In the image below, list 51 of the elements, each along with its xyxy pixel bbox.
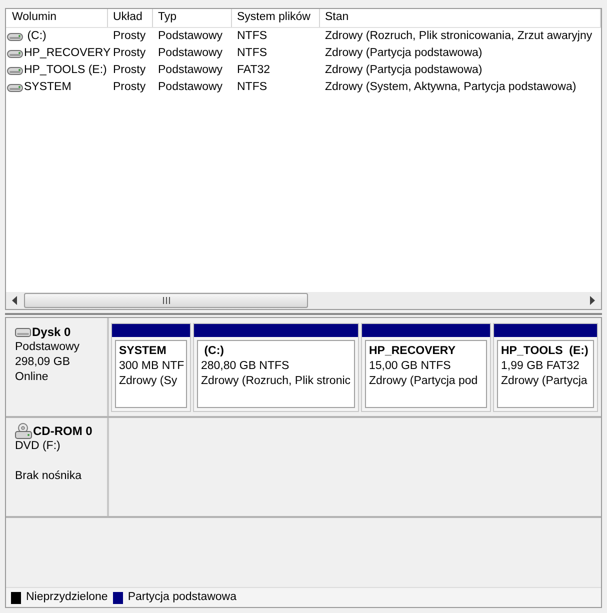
scrollbar-thumb[interactable] <box>24 293 308 308</box>
volume-name: SYSTEM <box>24 80 72 95</box>
volume-name: (C:) <box>26 28 46 44</box>
partition-status: Zdrowy (Partycja pod <box>369 374 478 389</box>
partition-name: HP_RECOVERY <box>369 344 456 359</box>
type-text: Podstawowy <box>158 46 223 59</box>
status-text: Zdrowy (Partycja podstawowa) <box>325 46 482 59</box>
horizontal-scrollbar[interactable] <box>6 292 601 309</box>
disk-capacity: 298,09 GB <box>15 355 70 370</box>
scroll-right-icon[interactable] <box>590 296 595 305</box>
type-text: Podstawowy <box>158 30 223 42</box>
disk-type: Podstawowy <box>15 340 80 355</box>
partition-block[interactable]: HP_TOOLS (E:) 1,99 GB FAT32 Zdrowy (Partycja <box>493 323 598 412</box>
partition-size: 15,00 GB NTFS <box>369 359 451 374</box>
cd-drive-icon <box>15 423 32 439</box>
status-text: Zdrowy (Rozruch, Plik stronicowania, Zrzut awaryjny <box>325 30 592 42</box>
drive-letter: DVD (F:) <box>15 439 60 454</box>
volume-name: HP_RECOVERY <box>24 46 111 61</box>
partition-size: 1,99 GB FAT32 <box>501 359 580 374</box>
file-system-text: NTFS <box>237 80 268 93</box>
scroll-left-icon[interactable] <box>12 296 17 305</box>
partition-status: Zdrowy (Partycja <box>501 374 588 389</box>
disk-name: Dysk 0 <box>32 325 71 340</box>
legend-label: Nieprzydzielone <box>26 590 108 605</box>
partition-name: SYSTEM <box>119 344 166 359</box>
status-text: Zdrowy (Partycja podstawowa) <box>325 64 482 76</box>
volume-name: HP_TOOLS (E:) <box>24 62 107 78</box>
partition-status: Zdrowy (Sy <box>119 374 178 389</box>
partition-name: (C:) <box>203 344 224 359</box>
file-system-text: NTFS <box>237 46 268 59</box>
partition-size: 300 MB NTF <box>119 359 184 374</box>
partition-name: HP_TOOLS (E:) <box>501 344 588 359</box>
layout-text: Prosty <box>113 80 146 93</box>
partition-block[interactable]: SYSTEM 300 MB NTF Zdrowy (Sy <box>111 323 191 412</box>
partition-block[interactable]: (C:) 280,80 GB NTFS Zdrowy (Rozruch, Plik stronic <box>193 323 359 412</box>
file-system-text: NTFS <box>237 30 268 42</box>
disk-status: Online <box>15 370 48 385</box>
media-status: Brak nośnika <box>15 469 82 484</box>
type-text: Podstawowy <box>158 64 223 76</box>
status-text: Zdrowy (System, Aktywna, Partycja podstawowa) <box>325 80 576 93</box>
type-text: Podstawowy <box>158 80 223 93</box>
layout-text: Prosty <box>113 30 146 42</box>
layout-text: Prosty <box>113 46 146 59</box>
legend-label: Partycja podstawowa <box>128 590 236 605</box>
grip-icon <box>162 297 170 304</box>
disk-name: CD-ROM 0 <box>33 424 92 439</box>
partition-block[interactable]: HP_RECOVERY 15,00 GB NTFS Zdrowy (Partycja pod <box>361 323 491 412</box>
file-system-text: FAT32 <box>237 64 270 76</box>
partition-status: Zdrowy (Rozruch, Plik stronic <box>201 374 351 389</box>
layout-text: Prosty <box>113 64 146 76</box>
partition-size: 280,80 GB NTFS <box>201 359 290 374</box>
